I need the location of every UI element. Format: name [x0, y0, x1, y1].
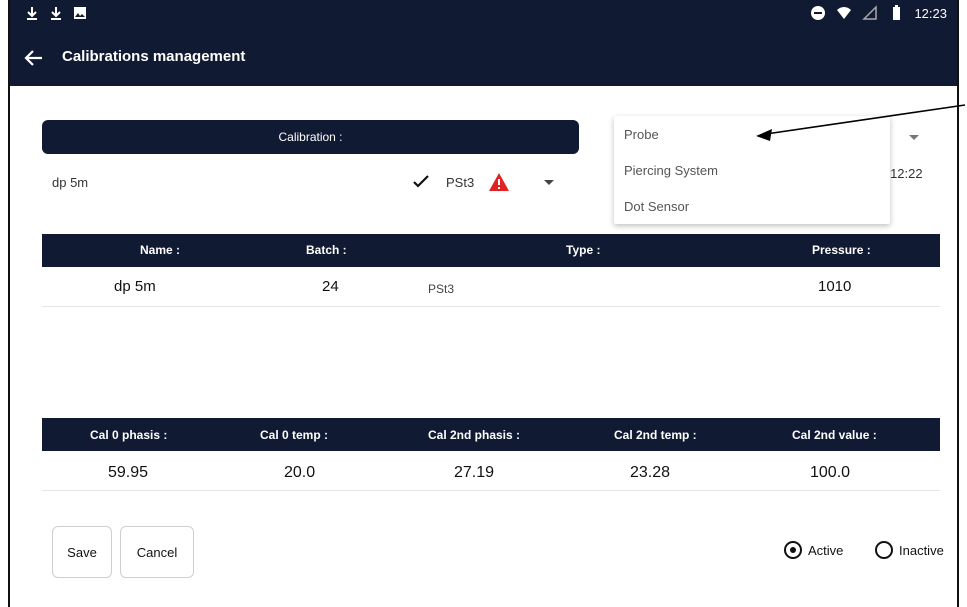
status-right: 12:23 — [810, 5, 947, 21]
radio-active-label: Active — [808, 542, 844, 558]
cell-batch[interactable]: 24 — [322, 278, 339, 295]
menu-item-piercing-system[interactable]: Piercing System — [614, 152, 890, 188]
header-cal2-value: Cal 2nd value : — [792, 428, 877, 442]
cell-cal0-temp[interactable]: 20.0 — [284, 464, 315, 482]
table-header-cal: Cal 0 phasis : Cal 0 temp : Cal 2nd phas… — [42, 418, 940, 451]
table-row: 59.95 20.0 27.19 23.28 100.0 — [42, 454, 940, 491]
warning-icon — [489, 173, 509, 191]
radio-unchecked-icon — [875, 541, 893, 559]
header-cal2-temp: Cal 2nd temp : — [614, 428, 697, 442]
page-title: Calibrations management — [62, 48, 246, 65]
cell-cal0-phasis[interactable]: 59.95 — [108, 464, 148, 482]
app-frame: 12:23 Calibrations management Calibratio… — [8, 0, 966, 607]
back-arrow-icon[interactable] — [22, 46, 46, 70]
cell-type: PSt3 — [428, 282, 455, 296]
do-not-disturb-icon — [811, 6, 826, 20]
header-batch: Batch : — [306, 243, 347, 257]
selected-calibration-type: PSt3 — [446, 174, 475, 190]
status-time: 12:23 — [914, 5, 947, 21]
wifi-icon — [837, 7, 852, 19]
radio-inactive-label: Inactive — [899, 542, 944, 558]
radio-inactive[interactable]: Inactive — [875, 541, 944, 559]
annotation-arrow — [756, 104, 966, 141]
image-icon — [74, 7, 86, 19]
calibration-header: Calibration : — [42, 120, 579, 154]
cell-name[interactable]: dp 5m — [114, 278, 156, 295]
radio-active[interactable]: Active — [784, 541, 843, 559]
save-button[interactable]: Save — [52, 526, 112, 578]
header-pressure: Pressure : — [812, 243, 871, 257]
header-cal2-phasis: Cal 2nd phasis : — [428, 428, 521, 442]
header-cal0-temp: Cal 0 temp : — [260, 428, 329, 442]
cancel-button[interactable]: Cancel — [120, 526, 194, 578]
radio-checked-icon — [784, 541, 802, 559]
signal-icon — [862, 5, 878, 20]
status-bar: 12:23 — [10, 0, 957, 28]
cell-cal2-phasis[interactable]: 27.19 — [454, 464, 494, 482]
battery-icon — [893, 5, 901, 20]
header-name: Name : — [140, 243, 181, 257]
dropdown-caret-icon[interactable] — [542, 175, 556, 189]
header-type: Type : — [566, 243, 601, 257]
download-icon — [27, 7, 37, 20]
cell-cal2-value[interactable]: 100.0 — [810, 464, 850, 482]
app-bar: Calibrations management — [10, 28, 957, 86]
cell-cal2-temp[interactable]: 23.28 — [630, 464, 670, 482]
selected-calibration-name: dp 5m — [52, 174, 89, 190]
download-icon — [51, 7, 61, 20]
check-icon — [413, 175, 429, 188]
cell-pressure[interactable]: 1010 — [818, 278, 851, 295]
status-left — [24, 5, 88, 21]
menu-item-dot-sensor[interactable]: Dot Sensor — [614, 188, 890, 224]
header-cal0-phasis: Cal 0 phasis : — [90, 428, 168, 442]
table-header-main: Name : Batch : Type : Pressure : — [42, 234, 940, 267]
calibration-selector[interactable]: dp 5m PSt3 — [42, 170, 572, 194]
table-row: dp 5m 24 PSt3 1010 — [42, 270, 940, 307]
calibration-label: Calibration : — [278, 130, 343, 144]
